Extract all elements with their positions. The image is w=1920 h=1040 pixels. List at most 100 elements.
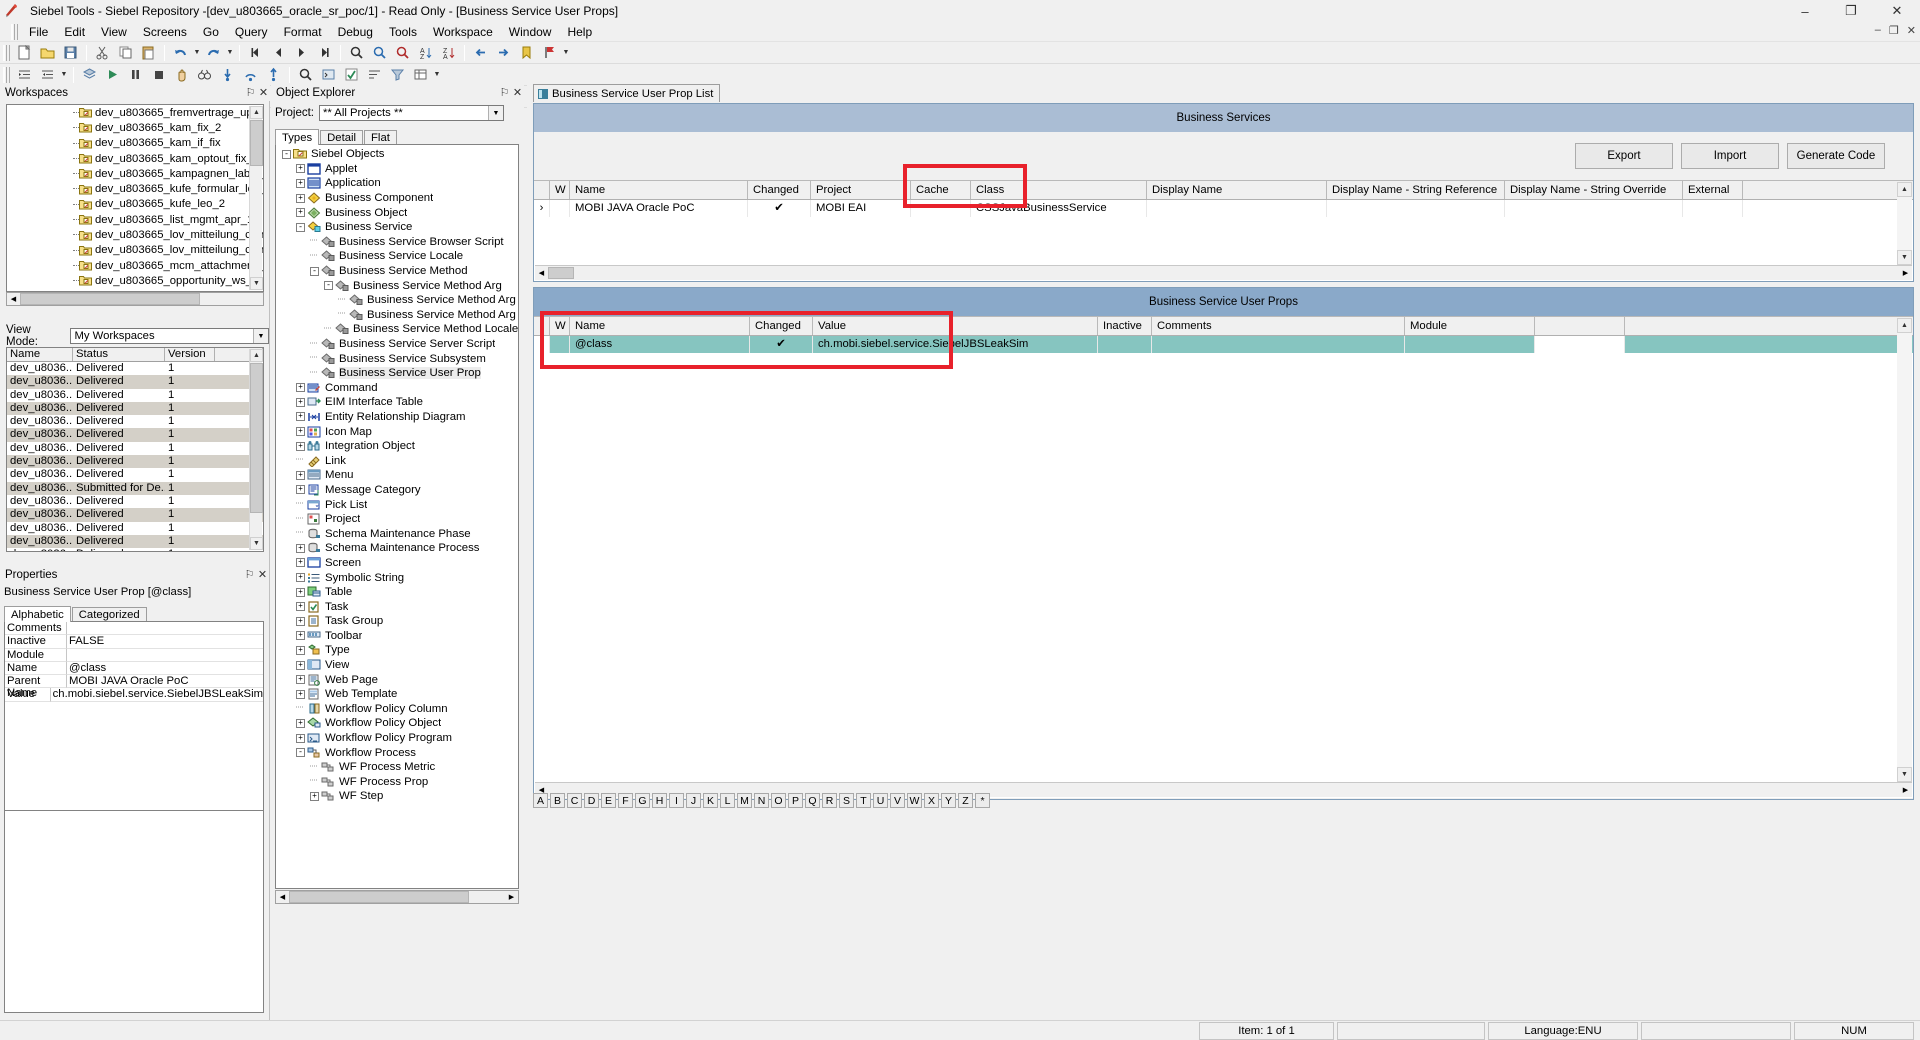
scroll-right-icon[interactable]: ▶ (505, 891, 518, 903)
object-tree-item[interactable]: + Toolbar (276, 629, 518, 644)
property-value[interactable]: @class (67, 662, 263, 676)
workspace-tree-item[interactable]: dev_u803665_list_mgmt_apr_1 (7, 212, 263, 227)
table-row[interactable]: dev_u8036...Delivered 1 (7, 468, 263, 481)
menu-workspace[interactable]: Workspace (425, 23, 501, 41)
run-icon[interactable] (102, 65, 123, 84)
next-record-icon[interactable] (291, 43, 312, 62)
tab-types[interactable]: Types (275, 129, 320, 145)
expand-icon[interactable]: + (296, 178, 305, 188)
scroll-left-icon[interactable]: ◀ (535, 267, 548, 279)
menu-help[interactable]: Help (559, 23, 600, 41)
scroll-left-icon[interactable]: ◀ (276, 891, 289, 903)
copy-icon[interactable] (115, 43, 136, 62)
alpha-W[interactable]: W (907, 793, 922, 808)
cut-icon[interactable] (92, 43, 113, 62)
property-row[interactable]: Parent Name MOBI JAVA Oracle PoC (5, 675, 263, 699)
property-row[interactable]: Inactive FALSE (5, 635, 263, 649)
property-row[interactable]: Value ch.mobi.siebel.service.SiebelJBSLea… (5, 688, 263, 702)
column-header-value[interactable]: Value (813, 317, 1098, 335)
pin-icon[interactable]: ⚐ (498, 86, 511, 99)
object-tree-item[interactable]: - Business Service Method Arg (276, 278, 518, 293)
menu-go[interactable]: Go (195, 23, 227, 41)
forward-icon[interactable] (493, 43, 514, 62)
alpha-Y[interactable]: Y (941, 793, 956, 808)
previous-record-icon[interactable] (268, 43, 289, 62)
scroll-left-icon[interactable]: ◀ (7, 293, 20, 305)
object-tree-item[interactable]: - Business Service (276, 220, 518, 235)
table-row[interactable]: dev_u8036...Delivered 1 (7, 522, 263, 535)
scroll-up-icon[interactable]: ▲ (250, 106, 263, 119)
column-header-external[interactable]: External (1683, 181, 1743, 199)
scroll-up-icon[interactable]: ▲ (1897, 318, 1912, 333)
import-button[interactable]: Import (1681, 143, 1779, 169)
toolbar-grip-2[interactable] (3, 66, 10, 83)
alpha-A[interactable]: A (533, 793, 548, 808)
expand-icon[interactable]: + (296, 733, 305, 743)
object-tree-item[interactable]: Project (276, 512, 518, 527)
object-tree-item[interactable]: - Business Service Method (276, 264, 518, 279)
user-props-grid[interactable]: W Name Changed Value Inactive Comments M… (534, 316, 1913, 798)
validate-icon[interactable] (341, 65, 362, 84)
workspace-tree-item[interactable]: dev_u803665_kufe_formular_leo_1 (7, 181, 263, 196)
compile-icon[interactable] (318, 65, 339, 84)
mdi-minimize-button[interactable]: – (1875, 24, 1881, 37)
menu-file[interactable]: File (21, 23, 56, 41)
column-header-module[interactable]: Module (1405, 317, 1535, 335)
workspace-tree-item[interactable]: dev_u803665_opportunity_ws_campaign (7, 273, 263, 288)
export-button[interactable]: Export (1575, 143, 1673, 169)
workspaces-tree-scrollbar[interactable]: ▲ ▼ (249, 106, 263, 290)
object-tree-item[interactable]: Business Service Subsystem (276, 351, 518, 366)
column-header-display-name-string-override[interactable]: Display Name - String Override (1505, 181, 1683, 199)
property-value[interactable]: FALSE (67, 635, 263, 649)
alpha-L[interactable]: L (720, 793, 735, 808)
business-services-hscrollbar[interactable]: ◀ ▶ (535, 265, 1912, 280)
workspace-tree-item[interactable]: dev_u803665_kufe_leo_2 (7, 197, 263, 212)
object-tree-item[interactable]: + Workflow Policy Object (276, 716, 518, 731)
alpha-star[interactable]: * (975, 793, 990, 808)
object-tree-item[interactable]: + Schema Maintenance Process (276, 541, 518, 556)
object-tree-hscrollbar[interactable]: ◀ ▶ (275, 890, 519, 904)
table-row[interactable]: dev_u8036...Delivered 1 (7, 415, 263, 428)
table-row[interactable]: dev_u8036... Submitted for De... 1 (7, 481, 263, 495)
expand-icon[interactable]: + (296, 660, 305, 670)
scroll-up-icon[interactable]: ▲ (250, 349, 263, 362)
object-tree-item[interactable]: Business Service Browser Script (276, 235, 518, 250)
alpha-K[interactable]: K (703, 793, 718, 808)
sort-ascending-icon[interactable]: AZ (415, 43, 436, 62)
workspace-tree-item[interactable]: dev_u803665_kam_if_fix (7, 136, 263, 151)
tab-detail[interactable]: Detail (320, 130, 364, 145)
object-tree-item[interactable]: + Applet (276, 162, 518, 177)
object-tree-item[interactable]: Business Service Method Arg Locale (276, 293, 518, 308)
column-header-marker[interactable] (534, 317, 550, 335)
project-select[interactable]: ** All Projects ** ▼ (319, 105, 504, 121)
refine-query-icon[interactable] (392, 43, 413, 62)
back-icon[interactable] (470, 43, 491, 62)
object-tree-item[interactable]: WF Process Prop (276, 775, 518, 790)
undo-icon[interactable] (170, 43, 191, 62)
alpha-T[interactable]: T (856, 793, 871, 808)
column-header-w[interactable]: W (550, 181, 570, 199)
alpha-B[interactable]: B (550, 793, 565, 808)
expand-icon[interactable]: + (296, 397, 305, 407)
table-row[interactable]: dev_u8036...Delivered 1 (7, 389, 263, 402)
column-header-display-name-string-reference[interactable]: Display Name - String Reference (1327, 181, 1505, 199)
hand-icon[interactable] (171, 65, 192, 84)
expand-icon[interactable]: + (296, 441, 305, 451)
workspaces-grid[interactable]: Name Status Version dev_u8036... Delivere… (6, 347, 264, 552)
table-row[interactable]: dev_u8036...Delivered 1 (7, 455, 263, 469)
expand-icon[interactable]: + (296, 718, 305, 728)
scroll-thumb[interactable] (250, 120, 263, 166)
object-tree-item[interactable]: + Menu (276, 468, 518, 483)
object-tree-item[interactable]: + Icon Map (276, 424, 518, 439)
expand-icon[interactable]: + (296, 587, 305, 597)
object-tree-item[interactable]: Business Service Locale (276, 249, 518, 264)
alpha-X[interactable]: X (924, 793, 939, 808)
filter-icon[interactable] (387, 65, 408, 84)
undo-dropdown-icon[interactable]: ▼ (192, 43, 202, 62)
column-header-project[interactable]: Project (811, 181, 911, 199)
workspaces-tree-hscrollbar[interactable]: ◀ (6, 292, 264, 306)
object-tree-item[interactable]: + Message Category (276, 483, 518, 498)
table-row[interactable]: dev_u8036...Delivered 1 (7, 442, 263, 455)
table-row[interactable]: dev_u8036...Delivered 1 (7, 362, 263, 375)
query-icon[interactable] (346, 43, 367, 62)
